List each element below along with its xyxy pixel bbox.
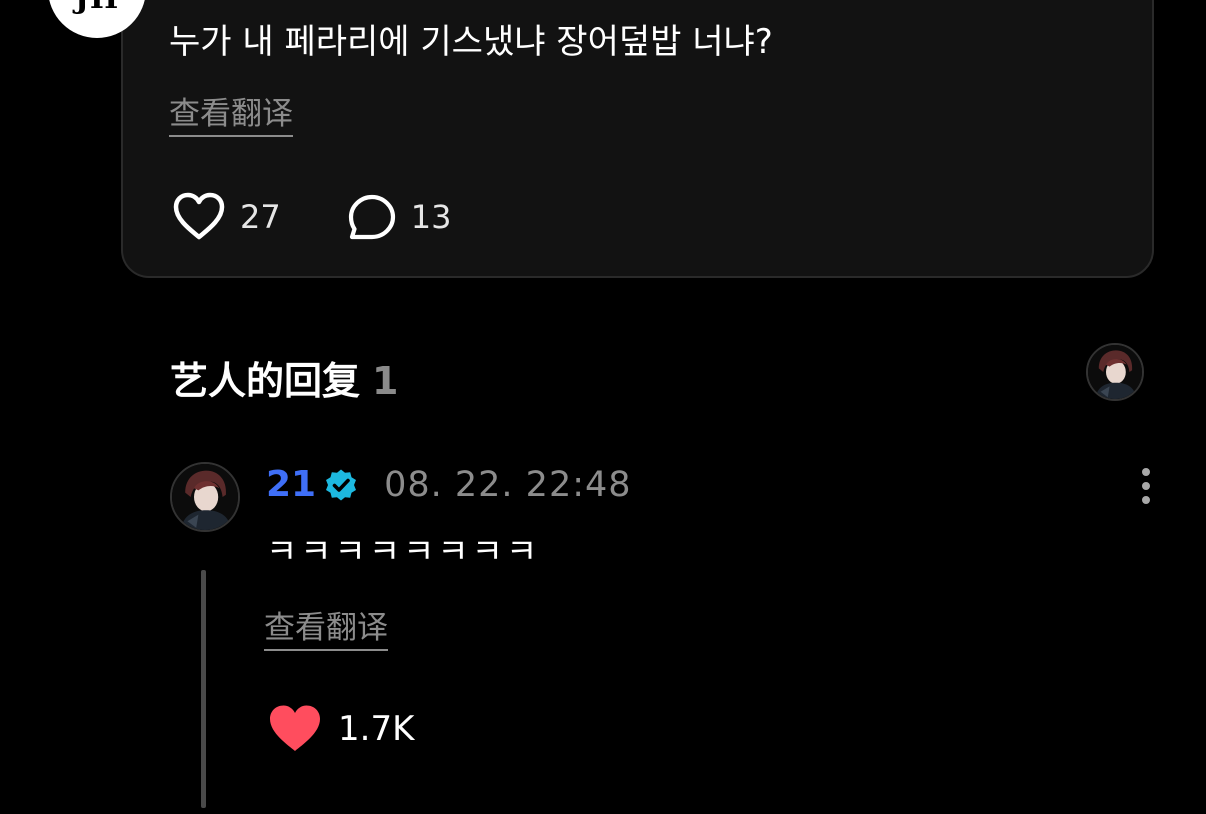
verified-badge-icon — [326, 469, 357, 500]
vertical-dots-icon[interactable] — [1132, 466, 1160, 506]
artist-avatar-small[interactable] — [1086, 343, 1144, 401]
reply-meta: 21 08. 22. 22:48 — [266, 464, 632, 505]
speech-bubble-icon — [348, 194, 395, 240]
like-button[interactable]: 27 — [172, 192, 281, 242]
reply-timestamp: 08. 22. 22:48 — [384, 464, 632, 505]
author-initials: JH — [75, 0, 120, 16]
like-count: 27 — [240, 198, 281, 236]
reply-author-avatar[interactable] — [170, 462, 240, 532]
reply-username[interactable]: 21 — [266, 464, 316, 505]
reply-thread-line — [201, 570, 206, 808]
comment-button[interactable]: 13 — [347, 193, 452, 241]
post-text: 누가 내 페라리에 기스냈냐 장어덮밥 너냐? — [169, 22, 773, 62]
post-translate-link[interactable]: 查看翻译 — [169, 94, 293, 137]
post-actions: 27 13 — [172, 192, 451, 242]
reply-text: ㅋㅋㅋㅋㅋㅋㅋㅋ — [266, 532, 541, 572]
reply-like-button[interactable]: 1.7K — [268, 704, 414, 754]
heart-outline-icon — [173, 192, 225, 240]
reply-translate-link[interactable]: 查看翻译 — [264, 608, 388, 651]
artist-replies-title: 艺人的回复 1 — [170, 350, 398, 405]
screen: JH 누가 내 페라리에 기스냈냐 장어덮밥 너냐? 查看翻译 27 13 艺人… — [0, 0, 1206, 814]
heart-filled-icon — [270, 705, 320, 751]
reply-avatar-image — [172, 464, 238, 530]
artist-replies-label: 艺人的回复 — [170, 359, 361, 403]
comment-count: 13 — [410, 198, 452, 236]
reply-like-count: 1.7K — [338, 709, 415, 749]
artist-avatar-image — [1088, 345, 1142, 399]
artist-replies-count: 1 — [372, 359, 399, 403]
